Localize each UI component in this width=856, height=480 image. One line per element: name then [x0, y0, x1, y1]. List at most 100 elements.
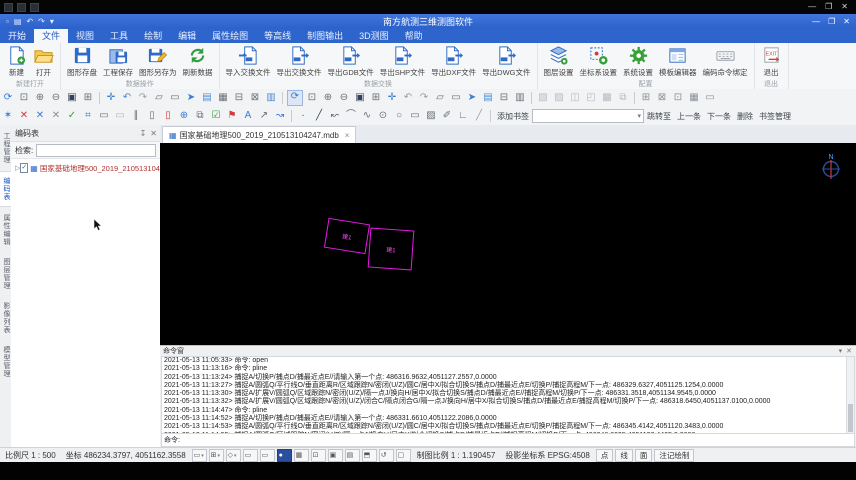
mode-button[interactable]: ▦ [294, 449, 309, 462]
mode-button[interactable]: ▭ [260, 449, 275, 462]
rect-tool-icon[interactable]: ▭ [97, 109, 111, 123]
toolbar-button-打开[interactable]: 打开 [30, 44, 57, 80]
text-icon[interactable]: A [241, 109, 255, 123]
bookmark-combobox[interactable]: ▾ [532, 109, 644, 123]
close-icon[interactable]: ✕ [841, 0, 848, 14]
stereo-tool-icon[interactable]: ◰ [584, 91, 598, 105]
toolbar-button-坐标系设置[interactable]: 坐标系设置 [577, 44, 621, 80]
side-tab-图层管理[interactable]: 图层管理 [0, 253, 11, 295]
toolbar-button-图形存盘[interactable]: 图形存盘 [64, 44, 100, 80]
collapse-icon[interactable]: ⊟ [497, 91, 511, 105]
polyline-icon[interactable]: ↜ [328, 109, 342, 123]
window-tool-icon[interactable]: ▭ [703, 91, 717, 105]
toolbar-button-系统设置[interactable]: 系统设置 [620, 44, 656, 80]
window-tool-icon[interactable]: ⊡ [671, 91, 685, 105]
mode-button[interactable]: ↺ [379, 449, 394, 462]
circle-icon[interactable]: ○ [392, 109, 406, 123]
minimize-icon[interactable]: — [808, 0, 816, 14]
stereo-tool-icon[interactable]: ▩ [600, 91, 614, 105]
toggle-线[interactable]: 线 [615, 449, 633, 462]
circle-center-icon[interactable]: ⊙ [376, 109, 390, 123]
toggle-点[interactable]: 点 [596, 449, 614, 462]
spline-icon[interactable]: ∿ [360, 109, 374, 123]
map-canvas[interactable]: N 建1建1 [160, 143, 856, 345]
toolbar-button-工程保存[interactable]: 工程保存 [100, 44, 136, 80]
copy-icon[interactable]: ⧉ [193, 109, 207, 123]
ribbon-tab-制图输出[interactable]: 制图输出 [299, 29, 351, 43]
ribbon-tab-工具[interactable]: 工具 [102, 29, 136, 43]
pan-icon[interactable]: ✛ [385, 91, 399, 105]
rect-tool-icon[interactable]: ▭ [113, 109, 127, 123]
stereo-tool-icon[interactable]: ◫ [568, 91, 582, 105]
toolbar-button-导出交换文件[interactable]: 导出交换文件 [274, 44, 325, 80]
arrow-icon[interactable]: ↗ [257, 109, 271, 123]
page-tool-icon[interactable]: ▯ [145, 109, 159, 123]
redo-icon[interactable]: ↷ [417, 91, 431, 105]
stereo-tool-icon[interactable]: ▧ [536, 91, 550, 105]
refresh-stereo-icon[interactable]: ⟳ [287, 90, 303, 106]
split-view-icon[interactable]: ▥ [264, 91, 278, 105]
zoom-out-icon[interactable]: ⊖ [337, 91, 351, 105]
layer-view-icon[interactable]: ▤ [200, 91, 214, 105]
mode-button[interactable]: ▣ [328, 449, 343, 462]
side-tab-影像列表[interactable]: 影像列表 [0, 297, 11, 339]
rectangle-icon[interactable]: ▭ [408, 109, 422, 123]
toolbar-button-刷新数据[interactable]: 刷新数据 [180, 44, 216, 80]
mode-button[interactable]: ⬒ [362, 449, 377, 462]
window-tool-icon[interactable]: ⊠ [655, 91, 669, 105]
grid-icon[interactable]: ⊞ [369, 91, 383, 105]
move-node-icon[interactable]: ✕ [49, 109, 63, 123]
hatch-icon[interactable]: ▨ [424, 109, 438, 123]
close-view-icon[interactable]: ⊠ [248, 91, 262, 105]
ribbon-tab-开始[interactable]: 开始 [0, 29, 34, 43]
toolbar-button-退出[interactable]: EXIT退出 [758, 44, 785, 80]
mode-button[interactable]: ▢ [396, 449, 411, 462]
search-input[interactable] [36, 144, 156, 157]
mode-button[interactable]: ▤ [345, 449, 360, 462]
pin-icon[interactable]: ▾ [839, 347, 843, 355]
select-window-icon[interactable]: ▱ [433, 91, 447, 105]
toolbar-button-导出SHP文件[interactable]: 导出SHP文件 [377, 44, 428, 80]
pin-icon[interactable]: ↧ [140, 129, 147, 138]
toolbar-button-导入交换文件[interactable]: 导入交换文件 [223, 44, 274, 80]
stereo-tool-icon[interactable]: ▨ [552, 91, 566, 105]
maximize-icon[interactable]: ❐ [828, 17, 835, 26]
page-delete-icon[interactable]: ▯ [161, 109, 175, 123]
refresh-view-icon[interactable]: ⟳ [1, 91, 15, 105]
check-icon[interactable]: ✓ [65, 109, 79, 123]
insert-icon[interactable]: ⊕ [177, 109, 191, 123]
zoom-in-icon[interactable]: ⊕ [33, 91, 47, 105]
grid-icon[interactable]: ⊞ [81, 91, 95, 105]
side-tab-工程管理[interactable]: 工程管理 [0, 127, 11, 169]
delete-node-icon[interactable]: ✕ [17, 109, 31, 123]
segment-icon[interactable]: ╱ [472, 109, 486, 123]
command-prompt[interactable]: 命令: [161, 434, 855, 447]
full-view-icon[interactable]: ▣ [65, 91, 79, 105]
select-window-icon[interactable]: ▱ [152, 91, 166, 105]
toolbar-button-模板编辑器[interactable]: 模板编辑器 [656, 44, 700, 80]
next-bookmark-button[interactable]: 下一条 [707, 111, 731, 122]
toolbar-button-导出DWG文件[interactable]: 导出DWG文件 [479, 44, 533, 80]
osnap-button[interactable]: ◇▾ [226, 449, 241, 462]
right-angle-icon[interactable]: ∟ [456, 109, 470, 123]
snap-mode-button[interactable]: ▭▾ [192, 449, 207, 462]
sketch-icon[interactable]: ✐ [440, 109, 454, 123]
side-tab-属性编辑[interactable]: 属性编辑 [0, 209, 11, 251]
table-view-icon[interactable]: ▦ [216, 91, 230, 105]
snap-grid-icon[interactable]: ⌗ [81, 109, 95, 123]
full-view-icon[interactable]: ▣ [353, 91, 367, 105]
close-icon[interactable]: ✕ [150, 129, 157, 138]
draw-point-icon[interactable]: ✶ [1, 109, 15, 123]
minimize-icon[interactable]: — [812, 17, 820, 26]
layer-view-icon[interactable]: ▤ [481, 91, 495, 105]
select-rect-icon[interactable]: ▭ [449, 91, 463, 105]
checkbox[interactable]: ✓ [20, 163, 28, 173]
scrollbar-thumb[interactable] [848, 404, 853, 432]
scrollbar[interactable] [846, 357, 854, 433]
tree-item[interactable]: ▷✓▦国家基础地理500_2019_210513104247.mdb (.. [11, 162, 160, 174]
point-icon[interactable]: · [296, 109, 310, 123]
mode-button[interactable]: ⊡ [311, 449, 326, 462]
side-tab-模型管理[interactable]: 模型管理 [0, 341, 11, 383]
ribbon-tab-帮助[interactable]: 帮助 [397, 29, 431, 43]
window-tool-icon[interactable]: ⊞ [639, 91, 653, 105]
